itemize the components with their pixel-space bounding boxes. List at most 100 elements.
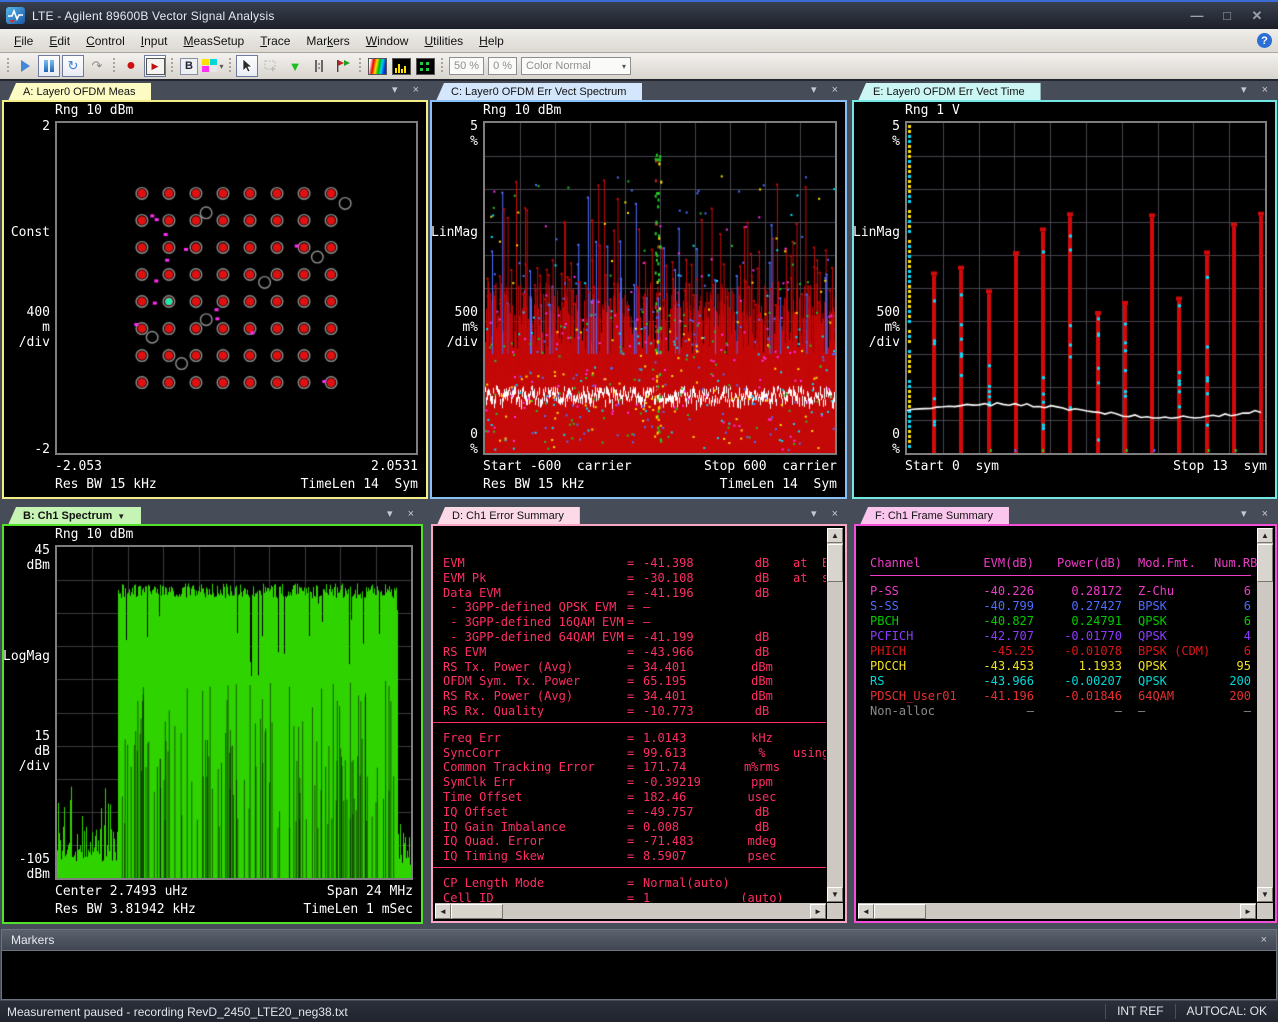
peak-marker-button[interactable]: ▼ bbox=[284, 55, 306, 77]
record-button[interactable]: ● bbox=[120, 55, 142, 77]
spectrogram-display-button[interactable] bbox=[366, 55, 388, 77]
trace-scale-field[interactable]: 50 % bbox=[449, 57, 484, 75]
play-button[interactable] bbox=[14, 55, 36, 77]
reference-status: INT REF bbox=[1105, 1004, 1174, 1019]
panel-collapse-icon[interactable]: ▾ bbox=[392, 85, 398, 96]
metric-unit bbox=[731, 600, 793, 615]
panel-close-icon[interactable]: × bbox=[832, 85, 838, 96]
help-icon[interactable]: ? bbox=[1257, 33, 1272, 48]
constellation-icon bbox=[416, 58, 435, 75]
panel-close-icon[interactable]: × bbox=[1262, 509, 1268, 520]
scrollbar-thumb[interactable] bbox=[451, 904, 503, 919]
panel-close-icon[interactable]: × bbox=[408, 509, 414, 520]
error-summary-row: CP Length Mode=Normal(auto) bbox=[443, 876, 826, 891]
panel-close-icon[interactable]: × bbox=[832, 509, 838, 520]
menu-item-utilities[interactable]: Utilities bbox=[416, 31, 471, 51]
cell: -43.966 bbox=[972, 674, 1034, 689]
menu-item-window[interactable]: Window bbox=[358, 31, 417, 51]
metric-label: OFDM Sym. Tx. Power bbox=[443, 674, 627, 689]
panel-collapse-icon[interactable]: ▾ bbox=[1241, 509, 1247, 520]
coupled-markers-flag-button[interactable] bbox=[332, 55, 354, 77]
error-summary-row: IQ Gain Imbalance=0.008dB bbox=[443, 820, 826, 835]
tab-frame-summary[interactable]: F: Ch1 Frame Summary bbox=[860, 507, 1009, 525]
metric-extra bbox=[793, 689, 826, 704]
restart-button[interactable]: ↻ bbox=[62, 55, 84, 77]
tab-ofdm-meas[interactable]: A: Layer0 OFDM Meas bbox=[8, 83, 151, 101]
scroll-down-icon[interactable]: ▼ bbox=[1257, 887, 1273, 902]
panel-err-vect-time: E: Layer0 OFDM Err Vect Time ▾× Rng 1 V … bbox=[852, 82, 1277, 499]
scroll-right-icon[interactable]: ► bbox=[1240, 904, 1256, 919]
tab-error-summary[interactable]: D: Ch1 Error Summary bbox=[437, 507, 580, 525]
scroll-left-icon[interactable]: ◄ bbox=[858, 904, 874, 919]
panel-error-summary: D: Ch1 Error Summary ▾× EVM=-41.398dBat … bbox=[431, 506, 847, 923]
scrollbar-thumb[interactable] bbox=[1257, 544, 1273, 582]
tab-label: A: Layer0 OFDM Meas bbox=[23, 86, 135, 98]
scrollbar-thumb[interactable] bbox=[827, 544, 843, 582]
close-button[interactable]: ✕ bbox=[1246, 8, 1268, 24]
pause-button[interactable] bbox=[38, 55, 60, 77]
player-button[interactable]: ▶ bbox=[144, 55, 166, 77]
scroll-down-icon[interactable]: ▼ bbox=[827, 887, 843, 902]
frame-table-row: PDCCH-43.4531.1933QPSK95 bbox=[870, 659, 1251, 674]
trace-offset-field[interactable]: 0 % bbox=[488, 57, 517, 75]
coupled-markers-flag-icon bbox=[336, 59, 351, 73]
panel-close-icon[interactable]: × bbox=[1262, 85, 1268, 96]
equals-sign: = bbox=[627, 790, 643, 805]
layout-grid-icon bbox=[202, 59, 217, 73]
layout-grid-button[interactable]: ▾ bbox=[202, 55, 224, 77]
spectrum-display-button[interactable] bbox=[390, 55, 412, 77]
constellation-plot[interactable] bbox=[55, 121, 418, 455]
tab-err-vect-time[interactable]: E: Layer0 OFDM Err Vect Time bbox=[858, 83, 1041, 101]
vertical-scrollbar[interactable]: ▲ ▼ bbox=[827, 528, 843, 902]
vertical-scrollbar[interactable]: ▲ ▼ bbox=[1257, 528, 1273, 902]
maximize-button[interactable]: □ bbox=[1216, 8, 1238, 24]
menu-item-help[interactable]: Help bbox=[471, 31, 512, 51]
err-vect-time-plot[interactable] bbox=[905, 121, 1267, 455]
panel-collapse-icon[interactable]: ▾ bbox=[811, 509, 817, 520]
scroll-up-icon[interactable]: ▲ bbox=[1257, 528, 1273, 543]
minimize-button[interactable]: — bbox=[1186, 8, 1208, 24]
scrollbar-thumb[interactable] bbox=[874, 904, 926, 919]
tab-err-vect-spectrum[interactable]: C: Layer0 OFDM Err Vect Spectrum bbox=[436, 83, 642, 101]
menu-item-input[interactable]: Input bbox=[133, 31, 176, 51]
select-arrow-button[interactable] bbox=[236, 55, 258, 77]
equals-sign: = bbox=[627, 586, 643, 601]
scroll-left-icon[interactable]: ◄ bbox=[435, 904, 451, 919]
tab-dropdown-icon[interactable]: ▼ bbox=[117, 512, 125, 521]
err-vect-spectrum-plot[interactable] bbox=[483, 121, 837, 455]
panel-collapse-icon[interactable]: ▾ bbox=[1241, 85, 1247, 96]
metric-unit: dBm bbox=[731, 689, 793, 704]
band-power-markers-button[interactable] bbox=[308, 55, 330, 77]
frame-table-row: PDSCH_User01-41.196-0.0184664QAM200 bbox=[870, 689, 1251, 704]
markers-close-icon[interactable]: × bbox=[1261, 934, 1267, 946]
zoom-select-button[interactable] bbox=[260, 55, 282, 77]
color-mode-select[interactable]: Color Normal▾ bbox=[521, 57, 631, 75]
panel-collapse-icon[interactable]: ▾ bbox=[811, 85, 817, 96]
scroll-up-icon[interactable]: ▲ bbox=[827, 528, 843, 543]
cell: 0.28172 bbox=[1034, 584, 1122, 599]
x-axis-start-label: Start -600 carrier bbox=[483, 459, 632, 477]
metric-label: Freq Err bbox=[443, 731, 627, 746]
bold-b-button[interactable]: B bbox=[178, 55, 200, 77]
menu-item-trace[interactable]: Trace bbox=[252, 31, 298, 51]
metric-extra bbox=[793, 660, 826, 675]
menu-item-meassetup[interactable]: MeasSetup bbox=[175, 31, 252, 51]
horizontal-scrollbar[interactable]: ◄ ► bbox=[858, 903, 1256, 919]
cell: PBCH bbox=[870, 614, 972, 629]
scroll-right-icon[interactable]: ► bbox=[810, 904, 826, 919]
sweep-single-button[interactable]: ↷ bbox=[86, 55, 108, 77]
panel-collapse-icon[interactable]: ▾ bbox=[387, 509, 393, 520]
tab-ch1-spectrum[interactable]: B: Ch1 Spectrum▼ bbox=[8, 507, 141, 525]
panel-close-icon[interactable]: × bbox=[413, 85, 419, 96]
col-header-evm: EVM(dB) bbox=[972, 556, 1034, 570]
menu-item-edit[interactable]: Edit bbox=[41, 31, 78, 51]
spectrum-plot[interactable] bbox=[55, 545, 413, 880]
horizontal-scrollbar[interactable]: ◄ ► bbox=[435, 903, 826, 919]
status-bar: Measurement paused - recording RevD_2450… bbox=[0, 1001, 1278, 1022]
menu-item-markers[interactable]: Markers bbox=[298, 31, 357, 51]
constellation-display-button[interactable] bbox=[414, 55, 436, 77]
menu-item-control[interactable]: Control bbox=[78, 31, 133, 51]
metric-extra bbox=[793, 876, 826, 891]
menu-item-file[interactable]: File bbox=[6, 31, 41, 51]
metric-unit: ppm bbox=[731, 775, 793, 790]
